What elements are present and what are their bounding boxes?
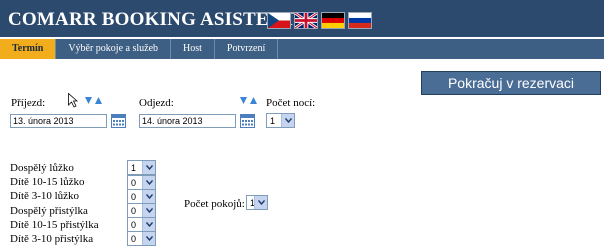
chevron-down-icon <box>254 196 267 209</box>
departure-label: Odjezd: <box>139 97 174 109</box>
nights-select[interactable]: 1 <box>266 113 295 128</box>
departure-calendar-icon[interactable] <box>240 113 255 128</box>
arrival-shift-arrows-icon[interactable] <box>84 96 104 105</box>
nights-value: 1 <box>270 116 276 126</box>
chevron-down-icon <box>142 190 155 203</box>
rooms-label: Počet pokojů: <box>184 198 245 210</box>
chevron-down-icon <box>142 176 155 189</box>
guest-select-value: 1 <box>131 163 137 173</box>
guest-select-child-3-10-extra-bed[interactable]: 0 <box>127 231 156 246</box>
step-tabs: Termín Výběr pokoje a služeb Host Potvrz… <box>0 39 604 59</box>
arrival-label: Příjezd: <box>11 97 46 109</box>
continue-reservation-button[interactable]: Pokračuj v rezervaci <box>421 71 601 95</box>
chevron-down-icon <box>142 204 155 217</box>
tab-termin[interactable]: Termín <box>0 39 56 59</box>
arrival-calendar-icon[interactable] <box>111 113 126 128</box>
guest-select-adult-bed[interactable]: 1 <box>127 160 156 175</box>
czech-flag-icon[interactable] <box>267 12 291 29</box>
chevron-down-icon <box>142 161 155 174</box>
tab-confirmation[interactable]: Potvrzení <box>215 39 277 59</box>
nights-label: Počet nocí: <box>266 97 316 109</box>
app-title: COMARR BOOKING ASISTENT <box>8 9 296 30</box>
tab-divider <box>277 39 279 59</box>
guest-label-child-10-15-extra-bed: Dítě 10-15 přistýlka <box>10 219 99 231</box>
arrival-date-input[interactable]: 13. února 2013 <box>10 114 107 128</box>
guest-select-adult-extra-bed[interactable]: 0 <box>127 203 156 218</box>
chevron-down-icon <box>142 218 155 231</box>
mouse-cursor-icon <box>68 93 78 108</box>
app-header: COMARR BOOKING ASISTENT <box>0 0 604 37</box>
guest-select-child-10-15-extra-bed[interactable]: 0 <box>127 217 156 232</box>
german-flag-icon[interactable] <box>321 12 345 29</box>
chevron-down-icon <box>142 232 155 245</box>
departure-date-input[interactable]: 14. února 2013 <box>139 114 236 128</box>
departure-shift-arrows-icon[interactable] <box>239 96 259 105</box>
russian-flag-icon[interactable] <box>348 12 372 29</box>
guest-label-child-3-10-bed: Dítě 3-10 lůžko <box>10 190 80 202</box>
guest-label-adult-bed: Dospělý lůžko <box>10 162 74 174</box>
guest-label-adult-extra-bed: Dospělý přistýlka <box>10 205 88 217</box>
guest-select-child-10-15-bed[interactable]: 0 <box>127 175 156 190</box>
guest-select-value: 0 <box>131 234 137 244</box>
language-selector <box>267 12 372 29</box>
guest-select-child-3-10-bed[interactable]: 0 <box>127 189 156 204</box>
tab-guest[interactable]: Host <box>171 39 214 59</box>
uk-flag-icon[interactable] <box>294 12 318 29</box>
guest-select-value: 0 <box>131 220 137 230</box>
rooms-select[interactable]: 1 <box>246 195 268 210</box>
guest-label-child-3-10-extra-bed: Dítě 3-10 přistýlka <box>10 233 94 245</box>
guest-select-value: 0 <box>131 178 137 188</box>
guest-select-value: 0 <box>131 206 137 216</box>
guest-select-value: 0 <box>131 192 137 202</box>
guest-label-child-10-15-bed: Dítě 10-15 lůžko <box>10 176 85 188</box>
chevron-down-icon <box>281 114 294 127</box>
tab-room-selection[interactable]: Výběr pokoje a služeb <box>56 39 170 59</box>
